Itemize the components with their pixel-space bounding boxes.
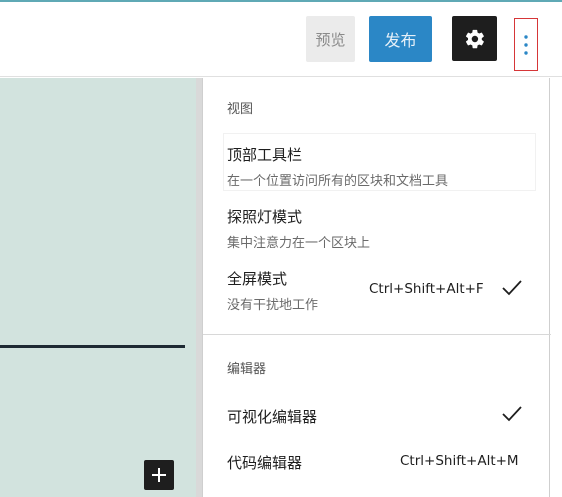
code-editor-shortcut: Ctrl+Shift+Alt+M <box>400 453 519 469</box>
menu-divider <box>203 334 551 335</box>
fullscreen-mode-description: 没有干扰地工作 <box>227 298 319 313</box>
more-options-button[interactable] <box>514 18 538 71</box>
checkmark-icon <box>502 280 522 296</box>
top-toolbar-label: 顶部工具栏 <box>227 146 303 164</box>
editor-toolbar: 预览 发布 <box>0 2 562 77</box>
preview-button[interactable]: 预览 <box>306 16 355 62</box>
gear-icon <box>465 29 484 48</box>
add-block-button[interactable] <box>144 460 174 490</box>
view-section-title: 视图 <box>227 102 254 117</box>
checkmark-icon <box>502 406 522 422</box>
top-toolbar-description: 在一个位置访问所有的区块和文档工具 <box>227 174 449 189</box>
spotlight-mode-label[interactable]: 探照灯模式 <box>227 206 302 227</box>
fullscreen-mode-label[interactable]: 全屏模式 <box>227 268 287 289</box>
editor-canvas[interactable] <box>0 78 196 497</box>
fullscreen-shortcut: Ctrl+Shift+Alt+F <box>369 281 484 297</box>
options-dropdown-menu: 视图 顶部工具栏 在一个位置访问所有的区块和文档工具 探照灯模式 集中注意力在一… <box>202 78 551 497</box>
code-editor-label[interactable]: 代码编辑器 <box>227 452 302 473</box>
spotlight-mode-description: 集中注意力在一个区块上 <box>227 236 371 251</box>
vertical-ellipsis-icon <box>524 34 528 55</box>
editor-section-title: 编辑器 <box>227 362 267 377</box>
publish-button[interactable]: 发布 <box>369 16 432 62</box>
settings-button[interactable] <box>452 16 497 61</box>
visual-editor-label[interactable]: 可视化编辑器 <box>227 406 317 427</box>
plus-icon <box>152 468 166 482</box>
separator-block[interactable] <box>0 345 185 348</box>
